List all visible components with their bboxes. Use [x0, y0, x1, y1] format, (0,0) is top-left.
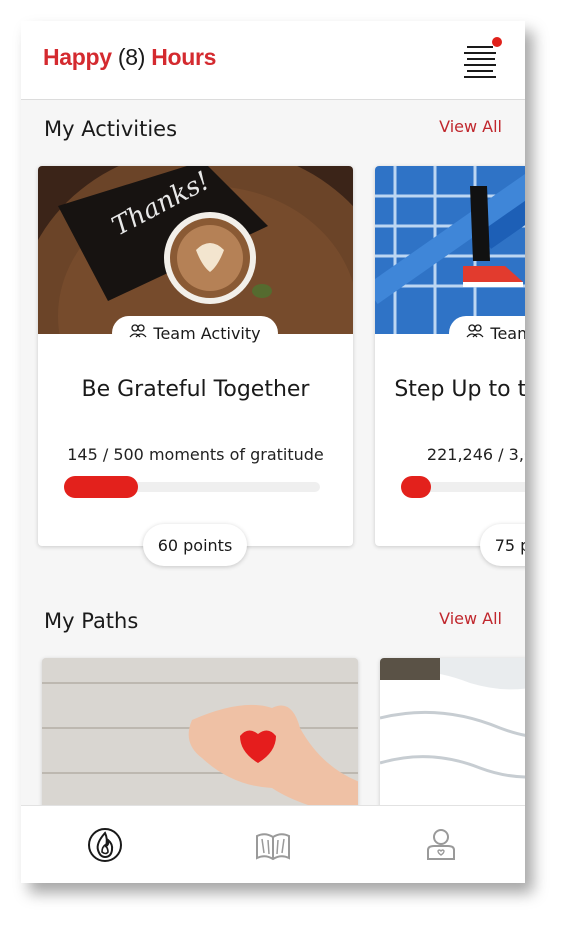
- paths-view-all-link[interactable]: View All: [439, 609, 502, 628]
- activity-type-label: Team Activity: [490, 323, 525, 343]
- app-header: Happy (8) Hours: [21, 21, 525, 100]
- activity-progress-text: 221,246 / 3,000,000 steps: [426, 445, 525, 464]
- logo-word-happy: Happy: [43, 44, 112, 70]
- progress-fill: [401, 476, 431, 498]
- app-logo: Happy (8) Hours: [43, 44, 216, 71]
- team-icon: [129, 323, 147, 343]
- bottom-navigation: [21, 805, 525, 883]
- progress-fill: [64, 476, 138, 498]
- stairs-running-image: [375, 166, 525, 334]
- activity-title: Be Grateful Together: [81, 377, 310, 402]
- points-badge: 75 points: [480, 524, 525, 566]
- activity-title: Step Up to the Challenge: [394, 377, 525, 402]
- activity-type-badge: Team Activity: [112, 316, 278, 350]
- hamburger-menu-icon[interactable]: [461, 37, 502, 81]
- my-activities-title: My Activities: [44, 117, 178, 141]
- activity-type-badge: Team Activity: [449, 316, 525, 350]
- bedsheets-image: [380, 658, 525, 828]
- book-icon[interactable]: [254, 826, 292, 864]
- app-screen: Happy (8) Hours My Activities View All T…: [21, 21, 525, 883]
- activities-view-all-link[interactable]: View All: [439, 117, 502, 136]
- activity-type-label: Team Activity: [153, 323, 261, 343]
- points-badge: 60 points: [143, 524, 247, 566]
- path-card[interactable]: [42, 658, 358, 828]
- hand-heart-image: [42, 658, 358, 828]
- flame-icon[interactable]: [86, 826, 124, 864]
- activity-progress-text: 145 / 500 moments of gratitude: [67, 445, 324, 464]
- notification-dot: [492, 37, 502, 47]
- profile-icon[interactable]: [422, 826, 460, 864]
- my-paths-title: My Paths: [44, 609, 139, 633]
- logo-word-hours: Hours: [151, 44, 217, 70]
- activity-card[interactable]: Team Activity Step Up to the Challenge 2…: [375, 166, 525, 566]
- path-card[interactable]: [380, 658, 525, 828]
- activity-card[interactable]: Thanks! Team Activity Be Grateful Togeth…: [38, 166, 353, 566]
- logo-number: (8): [117, 44, 146, 70]
- coffee-thanks-image: Thanks!: [38, 166, 353, 334]
- team-icon: [466, 323, 484, 343]
